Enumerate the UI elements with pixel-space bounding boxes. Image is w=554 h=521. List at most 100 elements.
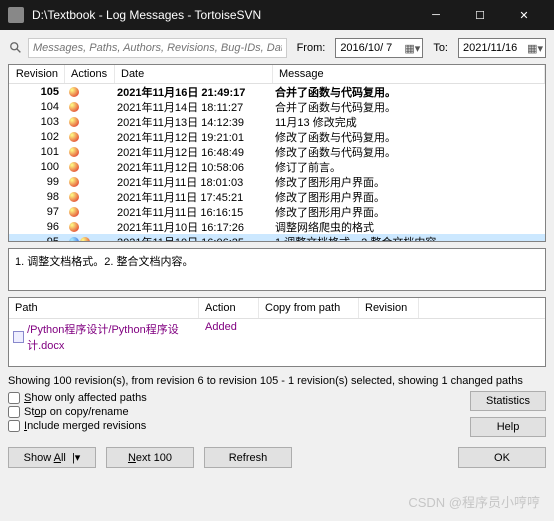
log-row[interactable]: 100 2021年11月12日 10:58:06 修订了前言。: [9, 159, 545, 174]
log-row[interactable]: 99 2021年11月11日 18:01:03 修改了图形用户界面。: [9, 174, 545, 189]
cell-date: 2021年11月12日 16:48:49: [115, 144, 273, 160]
cell-message: 修改了图形用户界面。: [273, 204, 545, 220]
cell-revision: 98: [9, 191, 65, 203]
statistics-button[interactable]: Statistics: [470, 391, 546, 411]
check-merged[interactable]: Include merged revisions: [8, 419, 470, 433]
col-actions[interactable]: Actions: [65, 65, 115, 83]
cell-revision: 105: [9, 86, 65, 98]
red-action-icon: [69, 162, 79, 172]
cell-message: 修改了图形用户界面。: [273, 189, 545, 205]
red-action-icon: [69, 207, 79, 217]
check-affected-box[interactable]: [8, 392, 20, 404]
cell-actions: [65, 192, 115, 202]
cell-action: Added: [199, 321, 259, 353]
to-date-input[interactable]: 2021/11/16▦▾: [458, 38, 546, 58]
cell-actions: [65, 102, 115, 112]
cell-revision: 100: [9, 161, 65, 173]
log-row[interactable]: 102 2021年11月12日 19:21:01 修改了函数与代码复用。: [9, 129, 545, 144]
log-row[interactable]: 103 2021年11月13日 14:12:39 11月13 修改完成: [9, 114, 545, 129]
cell-revision: 104: [9, 101, 65, 113]
log-row[interactable]: 104 2021年11月14日 18:11:27 合并了函数与代码复用。: [9, 99, 545, 114]
log-row[interactable]: 98 2021年11月11日 17:45:21 修改了图形用户界面。: [9, 189, 545, 204]
cell-revision: 97: [9, 206, 65, 218]
maximize-button[interactable]: ☐: [458, 0, 502, 30]
cell-date: 2021年11月12日 10:58:06: [115, 159, 273, 175]
cell-message: 修改了函数与代码复用。: [273, 144, 545, 160]
cell-message: 修改了图形用户界面。: [273, 174, 545, 190]
calendar-icon: ▦▾: [527, 42, 543, 55]
red-action-icon: [69, 87, 79, 97]
cell-copyfrom: [259, 321, 359, 353]
help-button[interactable]: Help: [470, 417, 546, 437]
log-row[interactable]: 95 2021年11月10日 16:06:25 1.调整文档格式。2.整合文档内…: [9, 234, 545, 241]
log-body[interactable]: 105 2021年11月16日 21:49:17 合并了函数与代码复用。104 …: [9, 84, 545, 241]
cell-actions: [65, 132, 115, 142]
col-date[interactable]: Date: [115, 65, 273, 83]
minimize-button[interactable]: ─: [414, 0, 458, 30]
red-action-icon: [69, 192, 79, 202]
cell-actions: [65, 147, 115, 157]
red-action-icon: [69, 117, 79, 127]
app-icon: [8, 7, 24, 23]
cell-actions: [65, 117, 115, 127]
cell-actions: [65, 222, 115, 232]
window-title: D:\Textbook - Log Messages - TortoiseSVN: [32, 8, 414, 22]
check-merged-box[interactable]: [8, 420, 20, 432]
cell-actions: [65, 207, 115, 217]
check-affected[interactable]: Show only affected paths: [8, 391, 470, 405]
close-button[interactable]: ✕: [502, 0, 546, 30]
message-panel[interactable]: 1. 调整文档格式。2. 整合文档内容。: [8, 248, 546, 291]
path-row[interactable]: /Python程序设计/Python程序设计.docx Added: [9, 319, 545, 355]
log-header: Revision Actions Date Message: [9, 65, 545, 84]
file-icon: [13, 331, 24, 343]
cell-revision: 95: [9, 236, 65, 242]
cell-message: 调整网络爬虫的格式: [273, 219, 545, 235]
status-text: Showing 100 revision(s), from revision 6…: [8, 367, 546, 391]
cell-message: 合并了函数与代码复用。: [273, 99, 545, 115]
check-stop[interactable]: Stop on copy/rename: [8, 405, 470, 419]
cell-actions: [65, 237, 115, 242]
log-row[interactable]: 101 2021年11月12日 16:48:49 修改了函数与代码复用。: [9, 144, 545, 159]
col-message[interactable]: Message: [273, 65, 545, 83]
from-label: From:: [291, 42, 332, 54]
path-body[interactable]: /Python程序设计/Python程序设计.docx Added: [9, 319, 545, 355]
log-row[interactable]: 96 2021年11月10日 16:17:26 调整网络爬虫的格式: [9, 219, 545, 234]
log-row[interactable]: 105 2021年11月16日 21:49:17 合并了函数与代码复用。: [9, 84, 545, 99]
red-action-icon: [69, 147, 79, 157]
filter-input[interactable]: [28, 38, 287, 58]
cell-actions: [65, 177, 115, 187]
cell-revision: 102: [9, 131, 65, 143]
message-text: 1. 调整文档格式。2. 整合文档内容。: [15, 256, 193, 268]
red-action-icon: [69, 177, 79, 187]
col-action[interactable]: Action: [199, 298, 259, 318]
search-icon[interactable]: [8, 40, 24, 56]
calendar-icon: ▦▾: [404, 42, 420, 55]
blue-action-icon: [69, 237, 79, 242]
cell-pathrev: [359, 321, 419, 353]
check-stop-box[interactable]: [8, 406, 20, 418]
cell-message: 11月13 修改完成: [273, 114, 545, 130]
titlebar: D:\Textbook - Log Messages - TortoiseSVN…: [0, 0, 554, 30]
col-revision[interactable]: Revision: [9, 65, 65, 83]
cell-revision: 96: [9, 221, 65, 233]
cell-date: 2021年11月10日 16:17:26: [115, 219, 273, 235]
col-path[interactable]: Path: [9, 298, 199, 318]
red-action-icon: [69, 132, 79, 142]
cell-message: 修订了前言。: [273, 159, 545, 175]
refresh-button[interactable]: Refresh: [204, 447, 292, 468]
cell-revision: 99: [9, 176, 65, 188]
from-date-input[interactable]: 2016/10/ 7▦▾: [335, 38, 423, 58]
cell-actions: [65, 162, 115, 172]
cell-date: 2021年11月10日 16:06:25: [115, 234, 273, 242]
red-action-icon: [80, 237, 90, 242]
cell-actions: [65, 87, 115, 97]
cell-date: 2021年11月11日 17:45:21: [115, 189, 273, 205]
show-all-button[interactable]: Show All |▾: [8, 447, 96, 468]
col-pathrevision[interactable]: Revision: [359, 298, 419, 318]
col-copyfrom[interactable]: Copy from path: [259, 298, 359, 318]
path-panel: Path Action Copy from path Revision /Pyt…: [8, 297, 546, 367]
bottom-buttons: Show All |▾ Next 100 Refresh OK: [8, 437, 546, 468]
next-100-button[interactable]: Next 100: [106, 447, 194, 468]
ok-button[interactable]: OK: [458, 447, 546, 468]
log-row[interactable]: 97 2021年11月11日 16:16:15 修改了图形用户界面。: [9, 204, 545, 219]
